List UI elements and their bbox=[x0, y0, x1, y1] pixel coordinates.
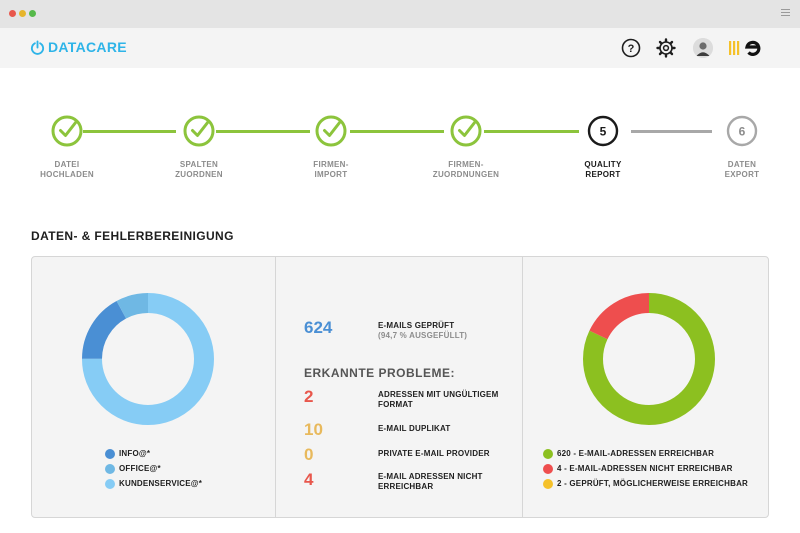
step-label: FIRMEN- ZUORDNUNGEN bbox=[432, 160, 500, 179]
legend-label: 2 - GEPRÜFT, MÖGLICHERWEISE ERREICHBAR bbox=[557, 479, 749, 488]
legend-item: 620 - E-MAIL-ADRESSEN ERREICHBAR bbox=[543, 446, 748, 461]
section-title: DATEN- & FEHLERBEREINIGUNG bbox=[31, 229, 234, 243]
step-number: 5 bbox=[600, 125, 607, 139]
issue-label-unreachable: E-MAIL ADRESSEN NICHT ERREICHBAR bbox=[378, 472, 483, 491]
legend-item: 4 - E-MAIL-ADRESSEN NICHT ERREICHBAR bbox=[543, 461, 748, 476]
issue-label-duplicate: E-MAIL DUPLIKAT bbox=[378, 424, 451, 433]
step-datei-hochladen[interactable]: DATEI HOCHLADEN bbox=[17, 115, 117, 179]
email-prefix-donut-chart bbox=[82, 293, 214, 425]
step-label: DATEN EXPORT bbox=[724, 160, 760, 179]
checked-count: 624 bbox=[304, 318, 333, 337]
step-label: QUALITY REPORT bbox=[584, 160, 622, 179]
gear-icon[interactable] bbox=[656, 38, 676, 58]
legend-label: OFFICE@* bbox=[119, 464, 161, 473]
panel-divider bbox=[275, 257, 276, 517]
check-circle-icon bbox=[450, 115, 482, 147]
step-quality-report[interactable]: 5 QUALITY REPORT bbox=[553, 115, 653, 179]
legend-swatch bbox=[543, 448, 553, 459]
issue-count-unreachable: 4 bbox=[304, 470, 314, 489]
step-firmen-import[interactable]: FIRMEN- IMPORT bbox=[281, 115, 381, 179]
legend-swatch bbox=[105, 463, 115, 474]
legend-item: OFFICE@* bbox=[105, 461, 202, 476]
window-titlebar bbox=[0, 0, 800, 28]
close-window-button[interactable] bbox=[9, 10, 16, 17]
checked-fill-rate: (94,7 % AUSGEFÜLLT) bbox=[378, 331, 468, 340]
checked-label: E-MAILS GEPRÜFT (94,7 % AUSGEFÜLLT) bbox=[378, 321, 518, 341]
progress-stepper: DATEI HOCHLADEN SPALTEN ZUORDNEN FIRMEN-… bbox=[0, 115, 800, 185]
issue-label-private-provider: PRIVATE E-MAIL PROVIDER bbox=[378, 449, 490, 458]
legend-item: INFO@* bbox=[105, 446, 202, 461]
checked-label-text: E-MAILS GEPRÜFT bbox=[378, 321, 455, 330]
legend-swatch bbox=[105, 448, 115, 459]
reachability-donut-chart bbox=[583, 293, 715, 425]
check-circle-icon bbox=[315, 115, 347, 147]
brand-logo[interactable] bbox=[729, 38, 769, 58]
svg-text:?: ? bbox=[628, 43, 635, 55]
step-label: DATEI HOCHLADEN bbox=[40, 160, 94, 179]
legend-swatch bbox=[105, 478, 115, 489]
issue-count-duplicate: 10 bbox=[304, 420, 323, 439]
step-firmen-zuordnungen[interactable]: FIRMEN- ZUORDNUNGEN bbox=[416, 115, 516, 179]
issue-label-invalid-format: ADRESSEN MIT UNGÜLTIGEM FORMAT bbox=[378, 390, 499, 409]
legend-label: INFO@* bbox=[119, 449, 151, 458]
logo[interactable]: DATACARE bbox=[30, 39, 127, 55]
step-number: 6 bbox=[739, 125, 746, 139]
issues-heading: ERKANNTE PROBLEME: bbox=[304, 366, 456, 380]
step-spalten-zuordnen[interactable]: SPALTEN ZUORDNEN bbox=[149, 115, 249, 179]
minimize-window-button[interactable] bbox=[19, 10, 26, 17]
legend-swatch bbox=[543, 463, 553, 474]
step-daten-export[interactable]: 6 DATEN EXPORT bbox=[692, 115, 792, 179]
legend-label: 620 - E-MAIL-ADRESSEN ERREICHBAR bbox=[557, 449, 715, 458]
hamburger-icon[interactable] bbox=[781, 9, 790, 18]
quality-report-card: INFO@* OFFICE@* KUNDENSERVICE@* 624 E-MA… bbox=[31, 256, 769, 518]
avatar[interactable] bbox=[693, 38, 713, 58]
step-label: SPALTEN ZUORDNEN bbox=[175, 160, 223, 179]
reachability-legend: 620 - E-MAIL-ADRESSEN ERREICHBAR 4 - E-M… bbox=[543, 446, 748, 491]
help-icon[interactable]: ? bbox=[621, 38, 641, 58]
legend-item: KUNDENSERVICE@* bbox=[105, 476, 202, 491]
issue-count-invalid-format: 2 bbox=[304, 387, 314, 406]
check-circle-icon bbox=[183, 115, 215, 147]
issue-count-private-provider: 0 bbox=[304, 445, 314, 464]
legend-label: 4 - E-MAIL-ADRESSEN NICHT ERREICHBAR bbox=[557, 464, 733, 473]
app-header: DATACARE ? bbox=[0, 28, 800, 68]
user-avatar-icon bbox=[693, 38, 713, 58]
stats-panel: 624 E-MAILS GEPRÜFT (94,7 % AUSGEFÜLLT) … bbox=[304, 257, 550, 517]
email-prefix-legend: INFO@* OFFICE@* KUNDENSERVICE@* bbox=[105, 446, 202, 491]
step-label: FIRMEN- IMPORT bbox=[313, 160, 349, 179]
maximize-window-button[interactable] bbox=[29, 10, 36, 17]
step-number-circle: 6 bbox=[726, 115, 758, 147]
legend-label: KUNDENSERVICE@* bbox=[119, 479, 203, 488]
legend-item: 2 - GEPRÜFT, MÖGLICHERWEISE ERREICHBAR bbox=[543, 476, 748, 491]
step-number-circle: 5 bbox=[587, 115, 619, 147]
datacare-logo-icon bbox=[30, 39, 45, 55]
legend-swatch bbox=[543, 478, 553, 489]
check-circle-icon bbox=[51, 115, 83, 147]
logo-text: DATACARE bbox=[48, 39, 127, 55]
